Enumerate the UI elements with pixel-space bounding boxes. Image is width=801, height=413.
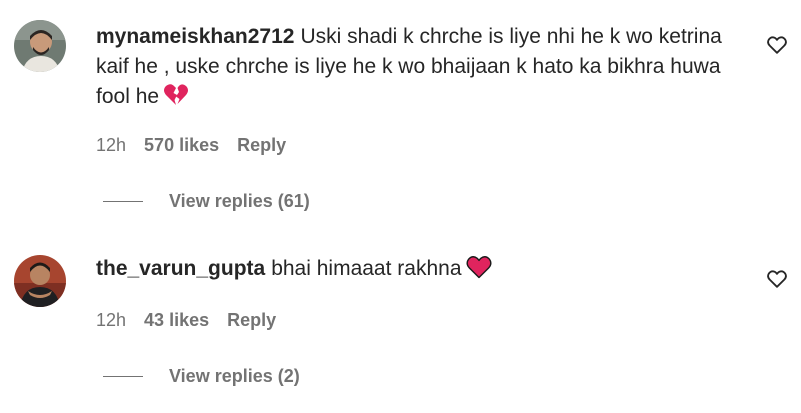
reply-button[interactable]: Reply [227,310,276,331]
likes-count[interactable]: 570 likes [144,135,219,156]
username-link[interactable]: the_varun_gupta [96,257,265,280]
like-heart-icon[interactable] [766,268,788,290]
like-heart-icon[interactable] [766,34,788,56]
timestamp: 12h [96,135,127,155]
replies-divider-line [103,376,143,377]
comment-meta: 12h 43 likes Reply [96,310,294,331]
comment-item: the_varun_gupta bhai himaaat rakhna 12h 4… [0,240,801,413]
comment-body: mynameiskhan2712 Uski shadi k chrche is l… [96,22,736,112]
view-replies-button[interactable]: View replies (61) [103,191,310,212]
view-replies-button[interactable]: View replies (2) [103,366,300,387]
comment-item: mynameiskhan2712 Uski shadi k chrche is l… [0,0,801,230]
comment-body: the_varun_gupta bhai himaaat rakhna [96,254,736,284]
avatar[interactable] [14,20,66,72]
comment-text: bhai himaaat rakhna [271,257,462,280]
view-replies-label: View replies (2) [169,366,300,386]
red-heart-icon [466,255,492,279]
avatar-photo [14,255,66,307]
likes-count[interactable]: 43 likes [144,310,209,331]
broken-heart-icon [163,83,189,107]
username-link[interactable]: mynameiskhan2712 [96,25,294,48]
view-replies-label: View replies (61) [169,191,310,211]
replies-divider-line [103,201,143,202]
timestamp: 12h [96,310,127,330]
avatar-photo [14,20,66,72]
avatar[interactable] [14,255,66,307]
comment-meta: 12h 570 likes Reply [96,135,304,156]
reply-button[interactable]: Reply [237,135,286,156]
